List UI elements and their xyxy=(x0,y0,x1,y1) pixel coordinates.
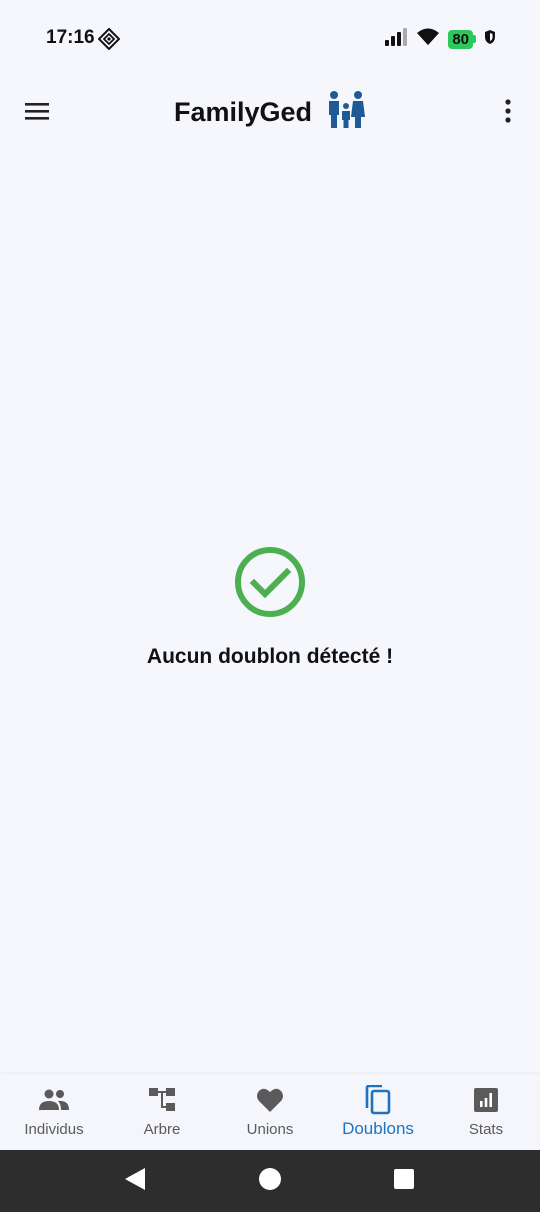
status-icons: 80 xyxy=(384,26,496,52)
shield-icon xyxy=(484,29,496,50)
nav-doublons[interactable]: Doublons xyxy=(324,1074,432,1150)
copy-icon xyxy=(362,1084,394,1116)
nav-individus[interactable]: Individus xyxy=(0,1074,108,1150)
menu-button[interactable] xyxy=(18,94,56,132)
stats-icon xyxy=(470,1084,502,1116)
bottom-navigation: Individus Arbre Unions Doublons Stats xyxy=(0,1074,540,1150)
nav-label-individus: Individus xyxy=(24,1121,84,1138)
battery-tip xyxy=(473,35,476,43)
back-button[interactable] xyxy=(105,1150,165,1212)
notification-diamond-icon xyxy=(97,27,121,51)
nav-arbre[interactable]: Arbre xyxy=(108,1074,216,1150)
battery-level: 80 xyxy=(448,29,473,49)
status-time: 17:16 xyxy=(46,27,95,48)
nav-label-doublons: Doublons xyxy=(342,1119,414,1138)
status-bar: 17:16 80 xyxy=(0,0,540,78)
heart-icon xyxy=(254,1084,286,1116)
back-triangle-icon xyxy=(124,1167,146,1196)
more-options-button[interactable] xyxy=(492,94,524,132)
empty-message: Aucun doublon détecté ! xyxy=(146,645,394,668)
system-navigation-bar xyxy=(0,1150,540,1212)
tree-icon xyxy=(146,1084,178,1116)
home-circle-icon xyxy=(258,1167,282,1196)
hamburger-menu-icon xyxy=(24,101,50,126)
battery-indicator: 80 xyxy=(448,29,476,49)
recents-button[interactable] xyxy=(374,1150,434,1212)
app-bar: FamilyGed xyxy=(0,78,540,148)
family-logo-icon xyxy=(326,90,366,135)
nav-unions[interactable]: Unions xyxy=(216,1074,324,1150)
nav-label-stats: Stats xyxy=(468,1121,504,1138)
nav-label-unions: Unions xyxy=(246,1121,294,1138)
app-title: FamilyGed xyxy=(174,97,313,127)
app-title-group: FamilyGed xyxy=(174,90,366,135)
more-vert-icon xyxy=(504,98,512,128)
recents-square-icon xyxy=(394,1168,414,1194)
signal-icon xyxy=(384,27,408,52)
people-icon xyxy=(38,1084,70,1116)
wifi-icon xyxy=(416,27,440,52)
home-button[interactable] xyxy=(240,1150,300,1212)
check-circle-icon xyxy=(233,545,307,619)
nav-stats[interactable]: Stats xyxy=(432,1074,540,1150)
empty-state: Aucun doublon détecté ! xyxy=(0,545,540,669)
nav-label-arbre: Arbre xyxy=(143,1121,181,1138)
